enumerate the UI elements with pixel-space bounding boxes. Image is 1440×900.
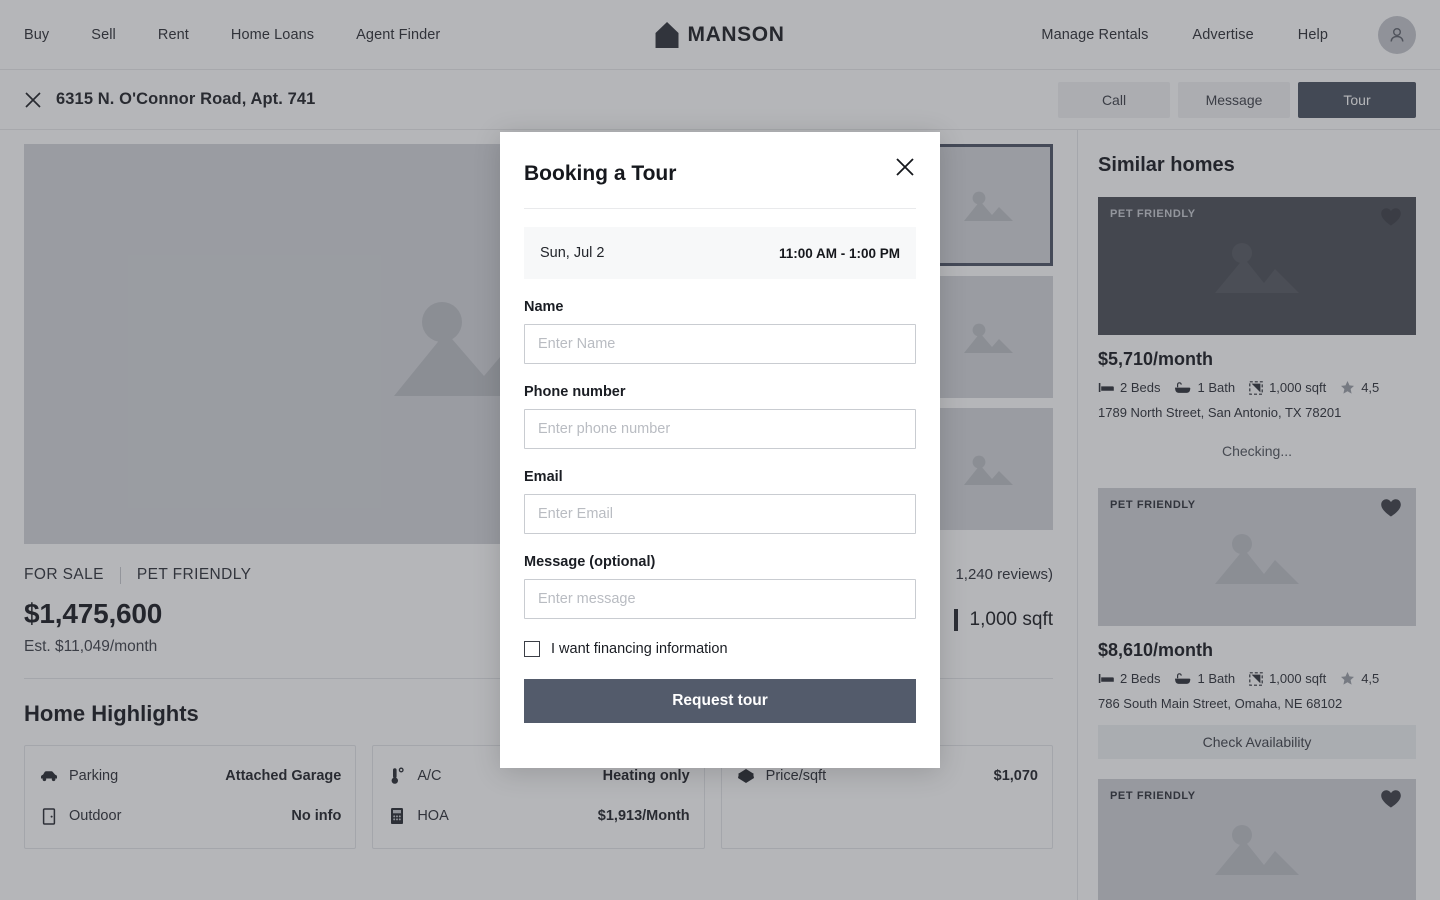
close-icon[interactable] <box>894 156 916 178</box>
booking-tour-modal: Booking a Tour Sun, Jul 2 11:00 AM - 1:0… <box>500 132 940 768</box>
app-root: Buy Sell Rent Home Loans Agent Finder MA… <box>0 0 1440 900</box>
field-name: Name <box>524 279 916 364</box>
field-label-email: Email <box>524 469 563 485</box>
field-label-name: Name <box>524 299 564 315</box>
financing-checkbox-label: I want financing information <box>551 641 728 657</box>
financing-checkbox[interactable] <box>524 641 540 657</box>
modal-title: Booking a Tour <box>524 162 677 185</box>
field-label-message: Message (optional) <box>524 554 656 570</box>
field-label-phone: Phone number <box>524 384 626 400</box>
modal-header: Booking a Tour <box>524 156 916 186</box>
request-tour-button[interactable]: Request tour <box>524 679 916 723</box>
financing-checkbox-row[interactable]: I want financing information <box>524 619 916 657</box>
tour-slot-time: 11:00 AM - 1:00 PM <box>778 245 900 261</box>
modal-divider <box>524 208 916 209</box>
name-input[interactable] <box>524 324 916 364</box>
field-email: Email <box>524 449 916 534</box>
email-input[interactable] <box>524 494 916 534</box>
field-phone: Phone number <box>524 364 916 449</box>
message-input[interactable] <box>524 579 916 619</box>
tour-slot[interactable]: Sun, Jul 2 11:00 AM - 1:00 PM <box>524 227 916 279</box>
phone-input[interactable] <box>524 409 916 449</box>
tour-slot-date: Sun, Jul 2 <box>540 245 605 261</box>
field-message: Message (optional) <box>524 534 916 619</box>
